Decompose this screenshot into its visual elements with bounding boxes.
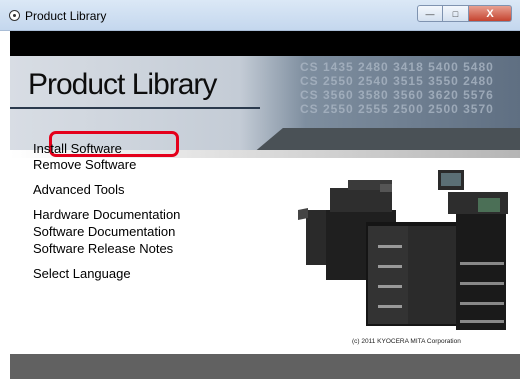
menu-item-select-language[interactable]: Select Language xyxy=(33,266,131,281)
copyright-text: (c) 2011 KYOCERA MITA Corporation xyxy=(352,338,461,345)
menu-item-install-software[interactable]: Install Software xyxy=(33,141,122,156)
model-line: CS 3560 3580 3560 3620 5576 xyxy=(300,88,494,102)
close-button[interactable]: X xyxy=(469,5,512,22)
banner-model-numbers: CS 1435 2480 3418 5400 5480 CS 2550 2540… xyxy=(300,60,510,116)
model-line: CS 2550 2540 3515 3550 2480 xyxy=(300,74,494,88)
window-left-border xyxy=(0,31,10,379)
banner-title: Product Library xyxy=(28,68,217,101)
banner-underline xyxy=(10,107,260,109)
window-controls: — □ X xyxy=(417,5,512,22)
finisher xyxy=(306,210,326,265)
menu-item-software-release-notes[interactable]: Software Release Notes xyxy=(33,241,173,256)
app-icon xyxy=(9,10,20,21)
minimize-button[interactable]: — xyxy=(417,5,443,22)
title-bar[interactable]: Product Library — □ X xyxy=(0,0,520,31)
maximize-button[interactable]: □ xyxy=(443,5,469,22)
footer-bar xyxy=(10,354,520,379)
main-content: Install Software Remove Software Advance… xyxy=(10,131,520,354)
printer-illustration xyxy=(298,170,508,330)
model-line: CS 2550 2555 2500 2500 3570 xyxy=(300,102,494,116)
window-title: Product Library xyxy=(25,9,107,23)
menu-item-hardware-documentation[interactable]: Hardware Documentation xyxy=(33,207,180,222)
product-library-window: Product Library — □ X CS 1435 2480 3418 … xyxy=(0,0,520,379)
header-black-bar xyxy=(10,31,520,56)
model-line: CS 1435 2480 3418 5400 5480 xyxy=(300,60,494,74)
menu-item-advanced-tools[interactable]: Advanced Tools xyxy=(33,182,125,197)
menu-item-software-documentation[interactable]: Software Documentation xyxy=(33,224,175,239)
menu-item-remove-software[interactable]: Remove Software xyxy=(33,157,136,172)
